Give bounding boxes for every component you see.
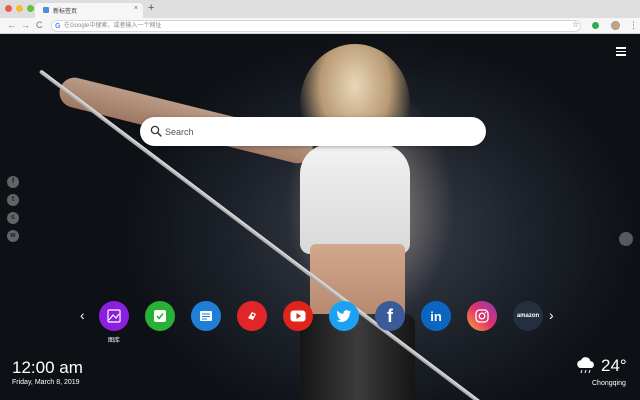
apps-prev-arrow[interactable]: ‹ [80, 308, 85, 322]
linkedin-icon: in [421, 301, 451, 331]
app-label: 图库 [107, 338, 120, 344]
google-icon: G [55, 23, 61, 30]
reload-button[interactable]: C [36, 20, 43, 31]
instagram-icon [467, 301, 497, 331]
app-notes[interactable] [191, 301, 221, 331]
address-bar-placeholder: 在Google中搜索，或者输入一个网址 [64, 23, 162, 29]
back-button[interactable]: ← [7, 20, 16, 31]
address-bar[interactable]: G 在Google中搜索，或者输入一个网址 [51, 20, 581, 32]
app-games[interactable] [237, 301, 267, 331]
apps-next-arrow[interactable]: › [549, 308, 554, 322]
tab-new-tab[interactable]: 新标签页 × [35, 3, 143, 18]
tab-favicon-icon [43, 7, 49, 13]
app-twitter[interactable] [329, 301, 359, 331]
facebook-icon: f [375, 301, 405, 331]
twitter-icon [329, 301, 359, 331]
side-social-bar: f t s w [7, 176, 19, 242]
weather-city: Chongqing [592, 380, 626, 387]
snapchat-side-icon[interactable]: s [7, 212, 19, 224]
app-gallery[interactable]: 图库 [99, 301, 129, 344]
settings-menu-icon[interactable] [616, 47, 626, 56]
search-icon [150, 125, 162, 137]
facebook-side-icon[interactable]: f [7, 176, 19, 188]
tab-bar: 新标签页 × + [0, 0, 640, 18]
gallery-icon [99, 301, 129, 331]
app-linkedin[interactable]: in [421, 301, 451, 331]
search-box[interactable] [140, 117, 486, 146]
app-amazon[interactable]: amazon [513, 301, 543, 331]
checkmark-icon [145, 301, 175, 331]
app-youtube[interactable] [283, 301, 313, 331]
wallpaper-background [0, 34, 640, 400]
tab-title: 新标签页 [53, 9, 78, 15]
maximize-window-button[interactable] [27, 5, 34, 12]
weather-temperature: 24° [601, 356, 627, 375]
browser-toolbar: ← → C G 在Google中搜索，或者输入一个网址 ☆ ⋮ [0, 18, 640, 34]
forward-button[interactable]: → [21, 20, 30, 31]
notes-icon [191, 301, 221, 331]
tab-close-button[interactable]: × [134, 5, 138, 12]
wallpaper-toggle-icon[interactable] [619, 232, 633, 246]
cloud-rain-icon [577, 357, 594, 374]
youtube-icon [283, 301, 313, 331]
extension-icon[interactable] [592, 22, 599, 29]
amazon-icon: amazon [513, 301, 543, 331]
wallpaper-photo-shirt [300, 144, 410, 254]
clock-date: Friday, March 8, 2019 [12, 379, 80, 386]
app-shortcuts: 图库 f in amazon [99, 301, 543, 344]
new-tab-button[interactable]: + [148, 2, 154, 14]
wechat-side-icon[interactable]: w [7, 230, 19, 242]
twitter-side-icon[interactable]: t [7, 194, 19, 206]
profile-avatar[interactable] [611, 21, 620, 30]
gamepad-icon [237, 301, 267, 331]
amazon-logo-text: amazon [516, 313, 540, 319]
browser-menu-button[interactable]: ⋮ [629, 19, 638, 31]
app-tasks[interactable] [145, 301, 175, 331]
close-window-button[interactable] [5, 5, 12, 12]
clock-time: 12:00 am [12, 358, 83, 377]
search-input[interactable] [165, 123, 465, 140]
minimize-window-button[interactable] [16, 5, 23, 12]
star-icon[interactable]: ☆ [572, 20, 579, 29]
app-instagram[interactable] [467, 301, 497, 331]
window-controls [5, 5, 34, 12]
app-facebook[interactable]: f [375, 301, 405, 331]
